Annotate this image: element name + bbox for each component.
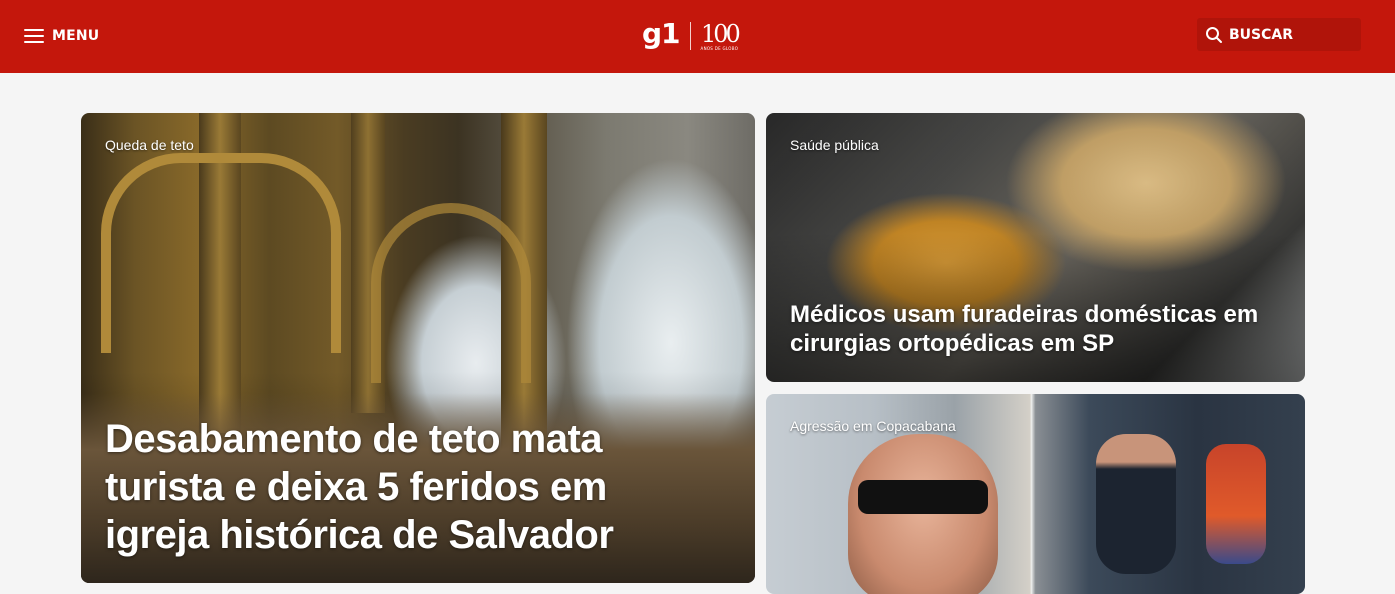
card-kicker: Queda de teto bbox=[105, 137, 194, 153]
search-label: BUSCAR bbox=[1229, 26, 1294, 43]
image-sunglasses bbox=[858, 480, 988, 514]
globo-100-anos-badge: 100 ANOS DE GLOBO bbox=[700, 19, 741, 51]
card-headline[interactable]: Desabamento de teto mata turista e deixa… bbox=[105, 415, 705, 559]
side-news-card-1[interactable]: Saúde pública Médicos usam furadeiras do… bbox=[766, 113, 1305, 382]
site-header: MENU g1 100 ANOS DE GLOBO BUSCAR bbox=[0, 0, 1395, 73]
menu-button[interactable]: MENU bbox=[24, 24, 99, 48]
logo-g1-text: g1 bbox=[642, 17, 681, 50]
image-person-3 bbox=[1206, 444, 1266, 564]
search-icon bbox=[1206, 26, 1222, 43]
hamburger-icon bbox=[24, 29, 44, 43]
side-news-card-2[interactable]: Agressão em Copacabana bbox=[766, 394, 1305, 594]
card-kicker: Agressão em Copacabana bbox=[790, 418, 956, 434]
image-person-face bbox=[848, 434, 998, 594]
main-news-card[interactable]: Queda de teto Desabamento de teto mata t… bbox=[81, 113, 755, 583]
g1-logo[interactable]: g1 100 ANOS DE GLOBO bbox=[642, 17, 741, 54]
image-person-2 bbox=[1096, 434, 1176, 574]
card-kicker: Saúde pública bbox=[790, 137, 879, 153]
image-arch bbox=[101, 153, 341, 353]
badge-number: 100 bbox=[700, 19, 741, 48]
badge-caption: ANOS DE GLOBO bbox=[700, 45, 739, 51]
card-headline[interactable]: Médicos usam furadeiras domésticas em ci… bbox=[790, 300, 1270, 358]
search-button[interactable]: BUSCAR bbox=[1197, 18, 1361, 51]
logo-divider bbox=[689, 22, 691, 50]
menu-label: MENU bbox=[52, 28, 100, 44]
image-arch bbox=[371, 203, 531, 383]
